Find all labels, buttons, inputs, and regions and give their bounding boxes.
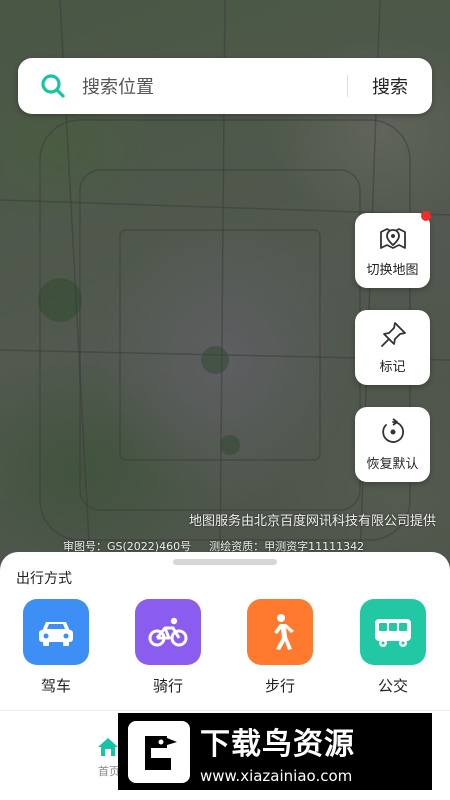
mark-button[interactable]: 标记 (355, 310, 430, 385)
mark-label: 标记 (379, 360, 406, 375)
switch-map-label: 切换地图 (366, 263, 419, 278)
travel-title: 出行方式 (16, 571, 72, 587)
car-icon (23, 599, 89, 665)
mode-bus-label: 公交 (377, 677, 408, 695)
sheet-divider (0, 710, 450, 711)
watermark-banner: 下载鸟资源 www.xiazainiao.com (118, 713, 432, 790)
watermark-url: www.xiazainiao.com (200, 766, 353, 785)
switch-map-button[interactable]: 切换地图 (355, 213, 430, 288)
tab-home-label[interactable]: 首页 (98, 763, 120, 779)
search-icon (40, 73, 66, 99)
mode-walk-button[interactable]: 步行 (245, 599, 315, 696)
mode-walk-label: 步行 (264, 677, 295, 695)
mode-cycle-button[interactable]: 骑行 (133, 599, 203, 696)
search-input[interactable]: 搜索位置 (82, 73, 347, 99)
search-bar[interactable]: 搜索位置 搜索 (18, 58, 432, 114)
bird-logo-icon (128, 720, 190, 783)
reset-label: 恢复默认 (366, 457, 419, 472)
mode-bus-button[interactable]: 公交 (358, 599, 428, 696)
reset-icon (381, 418, 404, 443)
bus-icon (360, 599, 426, 665)
home-icon[interactable] (97, 737, 119, 757)
walk-icon (247, 599, 313, 665)
map-attribution: 地图服务由北京百度网讯科技有限公司提供 (188, 514, 436, 529)
map-pin-icon (379, 228, 406, 249)
watermark-text: 下载鸟资源 www.xiazainiao.com (200, 719, 355, 785)
notification-dot (421, 211, 431, 221)
watermark-title: 下载鸟资源 (200, 726, 355, 762)
bicycle-icon (135, 599, 201, 665)
search-button[interactable]: 搜索 (348, 73, 432, 99)
reset-button[interactable]: 恢复默认 (355, 407, 430, 482)
mode-cycle-label: 骑行 (152, 677, 183, 695)
pushpin-icon (380, 322, 406, 347)
sheet-handle[interactable] (173, 559, 277, 565)
mode-drive-button[interactable]: 驾车 (21, 599, 91, 696)
mode-drive-label: 驾车 (40, 677, 71, 695)
